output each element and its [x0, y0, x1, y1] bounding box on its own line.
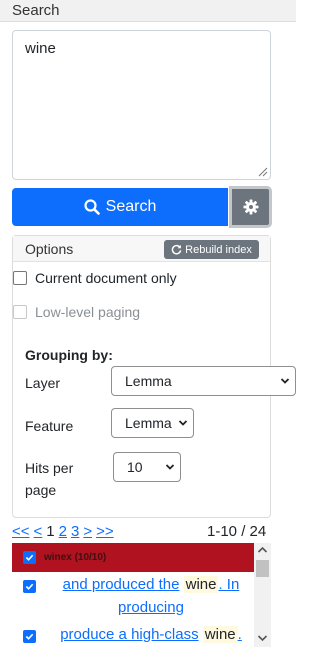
- prev-page-link[interactable]: <: [34, 523, 43, 540]
- options-panel: Options Rebuild index Current document o…: [12, 235, 296, 518]
- first-page-link[interactable]: <<: [12, 523, 30, 540]
- scroll-thumb[interactable]: [256, 560, 269, 577]
- result-group-label: winex (10/10): [44, 552, 107, 563]
- low-level-paging-option: Low-level paging: [13, 304, 140, 320]
- settings-button[interactable]: [229, 186, 272, 228]
- hit-keyword: wine: [183, 576, 219, 593]
- hits-per-page-label-line1: Hits per: [25, 460, 74, 476]
- results-scrollbar[interactable]: [254, 543, 271, 647]
- scroll-down-icon[interactable]: [254, 631, 271, 645]
- hits-per-page-value: 10: [127, 459, 143, 475]
- chevron-down-icon: [165, 464, 175, 470]
- search-button-label: Search: [105, 198, 157, 215]
- check-icon: [25, 583, 34, 590]
- layer-label: Layer: [25, 375, 61, 391]
- search-query-input[interactable]: wine: [12, 30, 271, 180]
- hit-left-context[interactable]: produce a high-class: [60, 626, 198, 643]
- check-icon: [25, 554, 34, 561]
- hit-left-context[interactable]: and produced the: [63, 576, 180, 593]
- low-level-paging-label: Low-level paging: [35, 304, 141, 320]
- scroll-up-icon[interactable]: [254, 543, 271, 557]
- hit-checkbox[interactable]: [23, 580, 36, 593]
- refresh-icon: [171, 244, 182, 255]
- options-header: Options Rebuild index: [13, 236, 270, 262]
- hit-keyword: wine: [202, 626, 238, 643]
- layer-select[interactable]: Lemma: [111, 366, 296, 396]
- resize-grip-icon[interactable]: [256, 165, 268, 177]
- last-page-link[interactable]: >>: [96, 523, 114, 540]
- current-document-only-option[interactable]: Current document only: [13, 270, 177, 286]
- hits-per-page-label-line2: page: [25, 482, 57, 498]
- pagination: << < 1 2 3 > >>: [12, 523, 114, 540]
- chevron-down-icon: [178, 420, 188, 426]
- feature-label: Feature: [25, 418, 74, 434]
- group-checkbox[interactable]: [23, 551, 36, 564]
- results-range: 1-10 / 24: [207, 523, 267, 540]
- feature-select-value: Lemma: [125, 415, 172, 431]
- hit-right-context-line2[interactable]: producing: [118, 599, 184, 616]
- low-level-paging-checkbox: [13, 305, 27, 319]
- search-button[interactable]: Search: [12, 188, 228, 226]
- hits-per-page-select[interactable]: 10: [113, 452, 181, 482]
- search-icon: [84, 199, 100, 215]
- rebuild-index-label: Rebuild index: [185, 243, 252, 256]
- feature-select[interactable]: Lemma: [111, 408, 194, 438]
- hit-checkbox[interactable]: [23, 630, 36, 643]
- grouping-title: Grouping by:: [25, 347, 113, 363]
- page-3-link[interactable]: 3: [71, 523, 79, 540]
- result-hit: and produced the wine. In producing: [12, 573, 254, 619]
- current-document-checkbox[interactable]: [13, 271, 27, 285]
- page-1: 1: [46, 523, 55, 540]
- rebuild-index-button[interactable]: Rebuild index: [164, 240, 259, 259]
- chevron-down-icon: [280, 378, 290, 384]
- hit-right-context[interactable]: . In: [218, 576, 239, 593]
- result-group-header[interactable]: winex (10/10): [12, 543, 254, 572]
- hits-per-page-label: Hits per page: [25, 457, 73, 501]
- check-icon: [25, 633, 34, 640]
- next-page-link[interactable]: >: [83, 523, 92, 540]
- gear-icon: [243, 199, 258, 215]
- layer-select-value: Lemma: [125, 373, 172, 389]
- current-document-label: Current document only: [35, 270, 177, 286]
- results-list: winex (10/10) and produced the wine. In …: [12, 543, 271, 647]
- page-2-link[interactable]: 2: [59, 523, 67, 540]
- hit-right-context[interactable]: .: [238, 626, 242, 643]
- options-title: Options: [25, 241, 74, 257]
- result-hit: produce a high-class wine.: [12, 623, 254, 646]
- search-panel-header: Search: [0, 0, 296, 22]
